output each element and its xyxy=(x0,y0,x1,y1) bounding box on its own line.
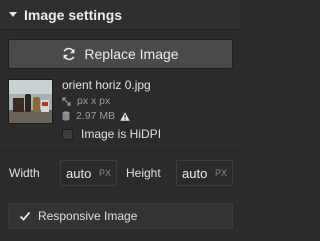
image-thumbnail[interactable] xyxy=(8,79,53,124)
refresh-icon xyxy=(64,47,75,61)
section-divider xyxy=(0,150,241,151)
database-icon xyxy=(62,111,70,121)
width-value: auto xyxy=(66,165,92,181)
caret-down-icon[interactable] xyxy=(9,12,17,17)
checkmark-icon[interactable] xyxy=(19,210,31,222)
height-input[interactable]: auto PX xyxy=(176,160,233,186)
hidpi-checkbox[interactable] xyxy=(62,129,73,140)
hidpi-label: Image is HiDPI xyxy=(81,127,162,141)
width-unit[interactable]: PX xyxy=(99,168,111,178)
thumbnail-photo xyxy=(9,80,52,123)
image-filename: orient horiz 0.jpg xyxy=(62,78,151,92)
height-label: Height xyxy=(126,166,161,180)
section-title: Image settings xyxy=(24,7,123,23)
resize-arrows-icon xyxy=(62,96,71,106)
image-filesize: 2.97 MB xyxy=(76,110,116,122)
width-input[interactable]: auto PX xyxy=(60,160,117,186)
image-dimensions-row: px x px xyxy=(62,95,110,107)
responsive-image-label: Responsive Image xyxy=(38,209,138,223)
responsive-image-toggle[interactable]: Responsive Image xyxy=(8,203,233,229)
image-settings-panel: Image settings Replace Image orient hori… xyxy=(0,0,241,241)
width-label: Width xyxy=(9,166,40,180)
image-dimensions: px x px xyxy=(77,95,111,107)
height-unit[interactable]: PX xyxy=(215,168,227,178)
image-filesize-row: 2.97 MB xyxy=(62,110,130,122)
height-value: auto xyxy=(182,165,208,181)
section-header[interactable]: Image settings xyxy=(0,0,241,30)
warning-icon[interactable] xyxy=(120,111,130,121)
replace-image-button[interactable]: Replace Image xyxy=(8,39,233,69)
replace-image-label: Replace Image xyxy=(84,46,179,62)
